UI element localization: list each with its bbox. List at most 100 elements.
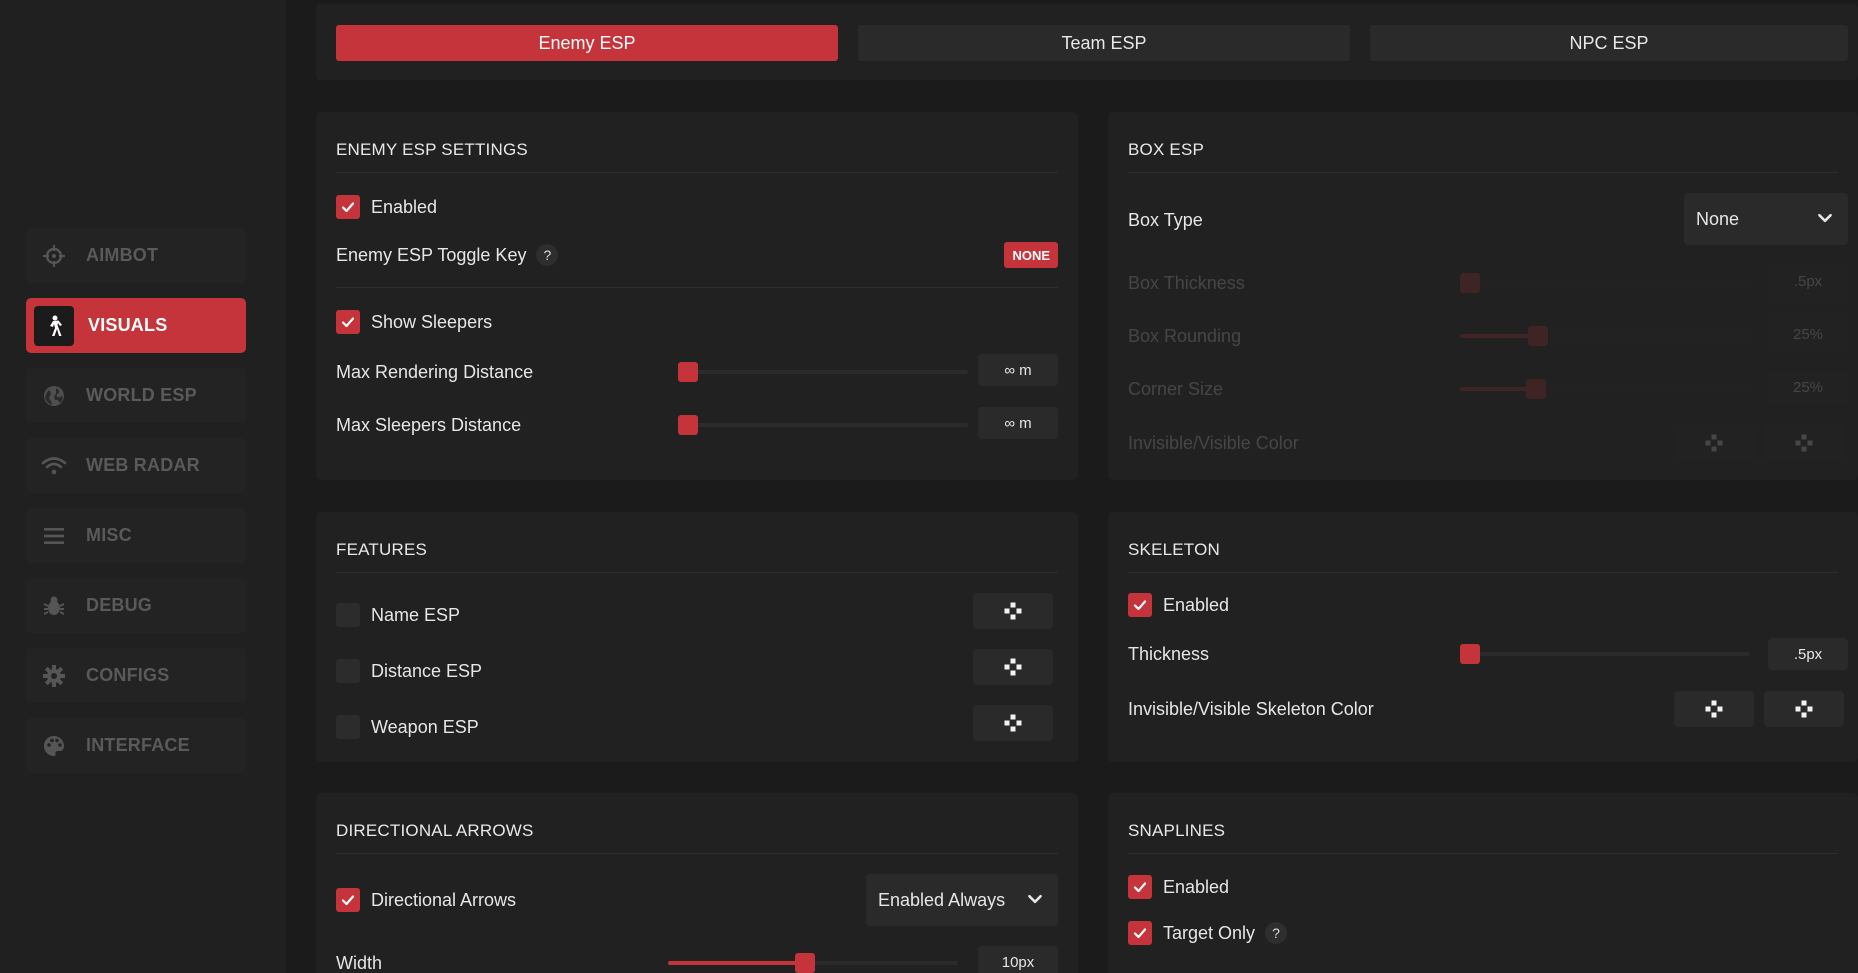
weapon-esp-checkbox[interactable] (336, 715, 360, 739)
max-render-slider[interactable] (678, 362, 968, 382)
enemy-enabled-label: Enabled (371, 196, 438, 217)
divider (1128, 172, 1838, 173)
corner-size-label: Corner Size (1128, 378, 1224, 399)
sidebar-item-web-radar[interactable]: WEB RADAR (26, 438, 246, 493)
tab-npc-esp[interactable]: NPC ESP (1370, 25, 1848, 61)
bug-icon (40, 592, 68, 620)
corner-size-slider[interactable] (1460, 379, 1750, 399)
slider-handle[interactable] (678, 362, 698, 382)
sidebar-item-interface[interactable]: INTERFACE (26, 718, 246, 773)
box-rounding-slider[interactable] (1460, 326, 1750, 346)
distance-esp-checkbox[interactable] (336, 659, 360, 683)
max-render-label: Max Rendering Distance (336, 361, 534, 382)
crosshair-icon (40, 242, 68, 270)
box-thickness-slider[interactable] (1460, 273, 1750, 293)
slider-handle[interactable] (1526, 379, 1546, 399)
sidebar-item-configs[interactable]: CONFIGS (26, 648, 246, 703)
skeleton-visible-color-button[interactable] (1764, 691, 1844, 727)
divider (1128, 853, 1838, 854)
directional-arrows-checkbox[interactable] (336, 888, 360, 912)
sidebar-item-visuals[interactable]: VISUALS (26, 298, 246, 353)
arrows-width-label: Width (336, 952, 383, 973)
toggle-key-button[interactable]: NONE (1004, 242, 1058, 268)
slider-handle[interactable] (1460, 273, 1480, 293)
max-sleepers-slider[interactable] (678, 415, 968, 435)
enemy-enabled-checkbox[interactable] (336, 195, 360, 219)
slider-fill (668, 961, 805, 965)
slider-handle[interactable] (1528, 326, 1548, 346)
sidebar-item-label: WORLD ESP (86, 385, 197, 405)
panel-title: DIRECTIONAL ARROWS (336, 821, 534, 840)
tab-team-esp[interactable]: Team ESP (858, 25, 1350, 61)
color-picker-icon (1004, 714, 1022, 732)
sidebar-item-label: AIMBOT (86, 245, 159, 265)
box-rounding-value[interactable]: 25% (1768, 318, 1848, 350)
max-sleepers-value[interactable]: ∞ m (978, 407, 1058, 439)
weapon-esp-label: Weapon ESP (371, 716, 479, 737)
color-picker-icon (1795, 700, 1813, 718)
max-render-value[interactable]: ∞ m (978, 354, 1058, 386)
check-icon (340, 892, 356, 908)
gear-icon (40, 662, 68, 690)
esp-tab-bar: Enemy ESP Team ESP NPC ESP (316, 4, 1858, 80)
box-rounding-label: Box Rounding (1128, 325, 1242, 346)
distance-esp-color-button[interactable] (973, 649, 1053, 685)
slider-handle[interactable] (678, 415, 698, 435)
tab-enemy-esp[interactable]: Enemy ESP (336, 25, 838, 61)
visible-color-button[interactable] (1764, 425, 1844, 461)
skeleton-enabled-checkbox[interactable] (1128, 593, 1152, 617)
globe-icon (40, 382, 68, 410)
snaplines-panel: SNAPLINES Enabled Target Only ? (1108, 793, 1858, 973)
skeleton-panel: SKELETON Enabled Thickness .5px Invisibl… (1108, 512, 1858, 762)
target-only-row: Target Only ? (1128, 920, 1838, 946)
arrows-mode-value: Enabled Always (878, 889, 1006, 910)
invisible-color-button[interactable] (1674, 425, 1754, 461)
slider-handle[interactable] (794, 953, 815, 973)
sidebar-item-misc[interactable]: MISC (26, 508, 246, 563)
list-item: Name ESP (336, 597, 1058, 633)
panel-title: SNAPLINES (1128, 821, 1226, 840)
panel-title: FEATURES (336, 540, 428, 559)
snaplines-enabled-row: Enabled (1128, 874, 1838, 900)
arrows-mode-dropdown[interactable]: Enabled Always (866, 874, 1058, 926)
name-esp-checkbox[interactable] (336, 603, 360, 627)
skeleton-thickness-slider[interactable] (1460, 644, 1750, 664)
color-picker-icon (1004, 658, 1022, 676)
sidebar-item-label: CONFIGS (86, 665, 170, 685)
slider-handle[interactable] (1460, 644, 1480, 664)
sidebar-item-aimbot[interactable]: AIMBOT (26, 228, 246, 283)
box-type-value: None (1696, 208, 1740, 229)
name-esp-color-button[interactable] (973, 593, 1053, 629)
skeleton-invisible-color-button[interactable] (1674, 691, 1754, 727)
arrows-width-value[interactable]: 10px (978, 946, 1058, 973)
slider-fill (1460, 334, 1538, 338)
skeleton-thickness-value[interactable]: .5px (1768, 638, 1848, 670)
arrows-width-slider[interactable] (668, 953, 958, 973)
target-only-checkbox[interactable] (1128, 921, 1152, 945)
sidebar-item-world-esp[interactable]: WORLD ESP (26, 368, 246, 423)
skeleton-enabled-label: Enabled (1163, 594, 1230, 615)
corner-size-value[interactable]: 25% (1768, 371, 1848, 403)
weapon-esp-color-button[interactable] (973, 705, 1053, 741)
show-sleepers-checkbox[interactable] (336, 310, 360, 334)
box-thickness-value[interactable]: .5px (1768, 265, 1848, 297)
sidebar: AIMBOT VISUALS WORLD ESP WEB RADAR MISC (0, 0, 286, 973)
check-icon (340, 199, 356, 215)
color-picker-icon (1004, 602, 1022, 620)
help-icon[interactable]: ? (1265, 922, 1288, 944)
box-type-dropdown[interactable]: None (1684, 193, 1848, 245)
check-icon (1132, 597, 1148, 613)
directional-arrows-panel: DIRECTIONAL ARROWS Directional Arrows En… (316, 793, 1078, 973)
help-icon[interactable]: ? (536, 244, 559, 266)
directional-arrows-label: Directional Arrows (371, 889, 517, 910)
divider (1128, 572, 1838, 573)
sidebar-item-label: MISC (86, 525, 132, 545)
show-sleepers-row: Show Sleepers (336, 309, 1058, 335)
snaplines-enabled-checkbox[interactable] (1128, 875, 1152, 899)
max-sleepers-label: Max Sleepers Distance (336, 414, 522, 435)
skeleton-color-label: Invisible/Visible Skeleton Color (1128, 698, 1374, 719)
check-icon (1132, 879, 1148, 895)
sidebar-item-debug[interactable]: DEBUG (26, 578, 246, 633)
sidebar-item-label: WEB RADAR (86, 455, 200, 475)
walking-person-icon (34, 305, 74, 346)
